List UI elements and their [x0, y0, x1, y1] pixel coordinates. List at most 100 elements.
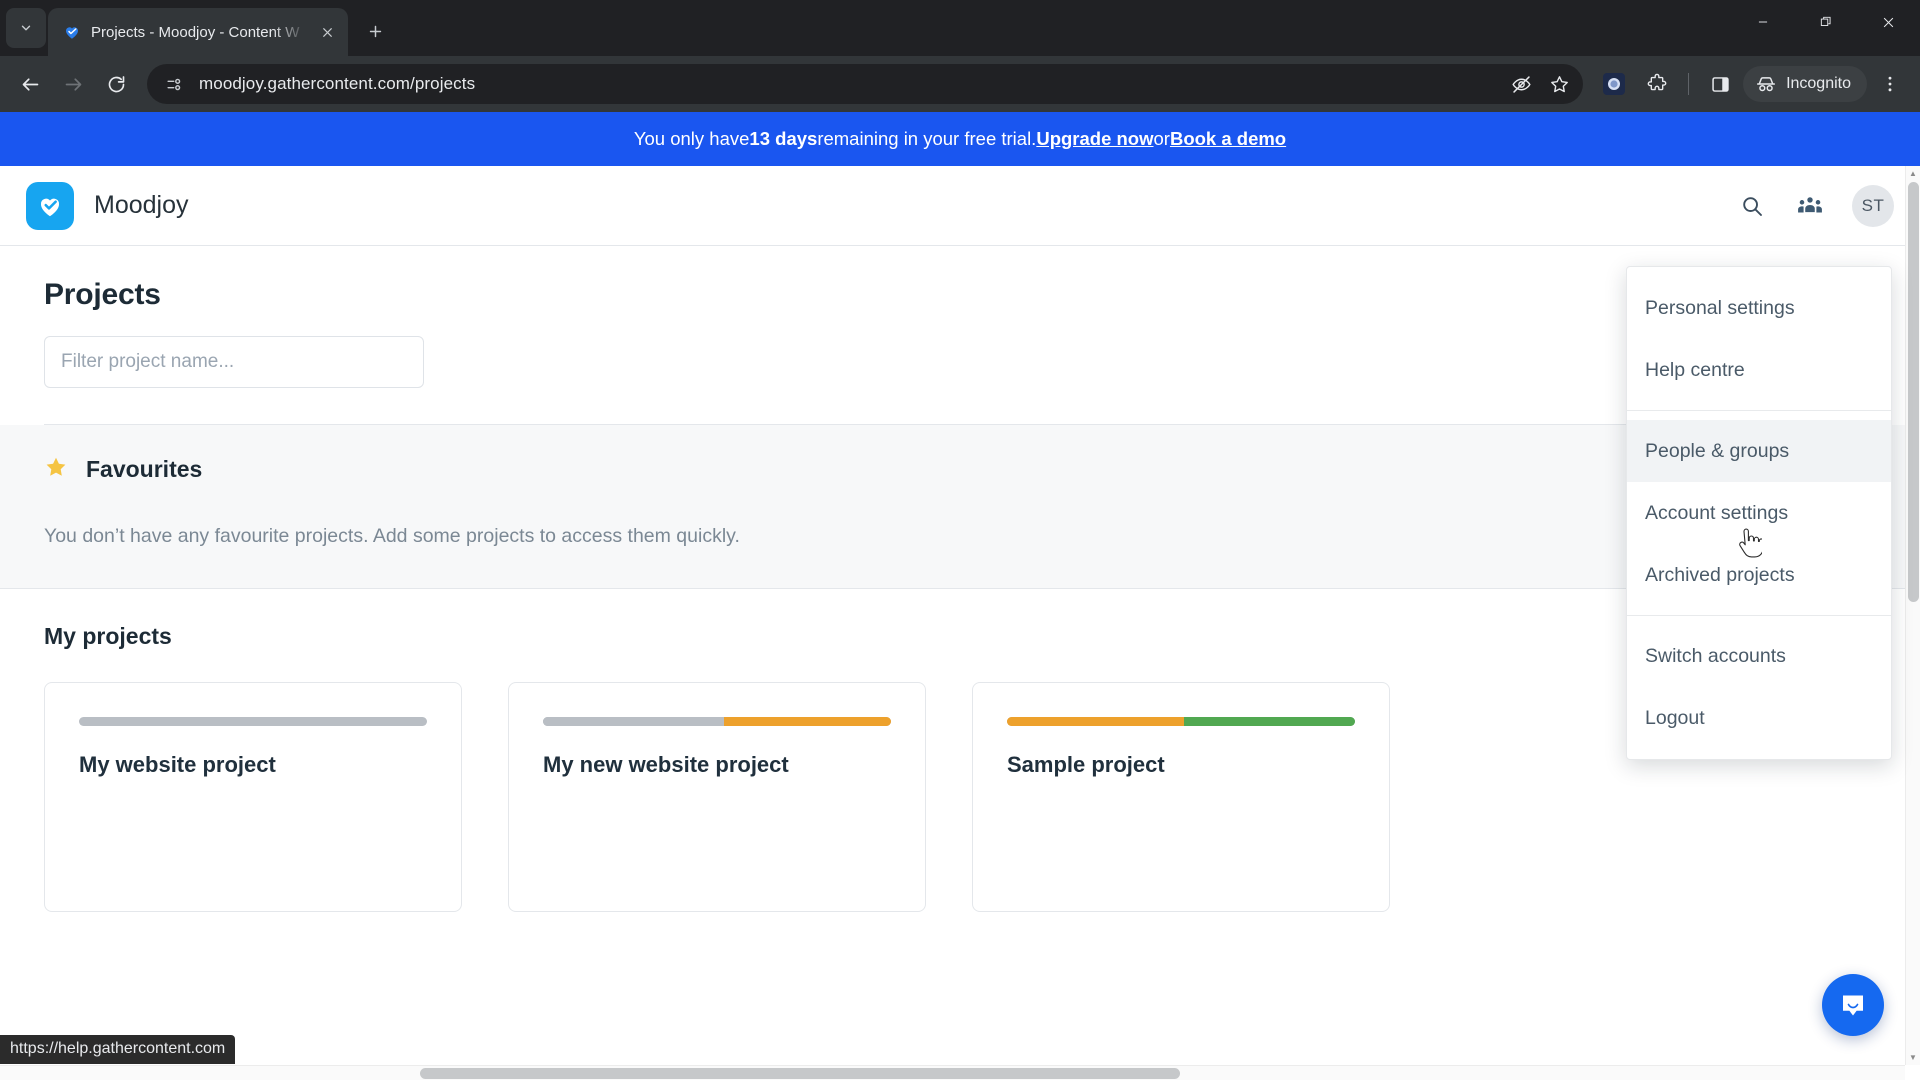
book-a-demo-link[interactable]: Book a demo [1170, 128, 1286, 150]
my-projects-title: My projects [44, 623, 172, 649]
back-arrow-icon [22, 77, 38, 91]
project-card-list: My website project My new website project… [44, 682, 1876, 912]
browser-window: Projects - Moodjoy - Content W moodjoy.g… [0, 0, 1920, 1080]
favourites-title: Favourites [86, 455, 203, 482]
moodjoy-heart-icon [62, 22, 82, 42]
page-vertical-scrollbar[interactable]: ▲ ▼ [1905, 166, 1920, 1065]
tab-strip: Projects - Moodjoy - Content W [0, 0, 1920, 56]
project-card[interactable]: My new website project [508, 682, 926, 912]
menu-item-logout[interactable]: Logout [1627, 687, 1891, 749]
horizontal-scroll-thumb[interactable] [420, 1068, 1180, 1079]
project-card[interactable]: Sample project [972, 682, 1390, 912]
filter-project-input[interactable] [44, 336, 424, 388]
new-tab-button[interactable] [358, 14, 392, 48]
forward-button[interactable] [53, 64, 93, 104]
browser-menu-button[interactable] [1870, 64, 1910, 104]
app-header: Moodjoy ST [0, 166, 1920, 246]
trial-or: or [1153, 128, 1170, 149]
account-dropdown-menu: Personal settings Help centre People & gro… [1626, 266, 1892, 760]
brand-home-link[interactable]: Moodjoy [26, 181, 189, 230]
forward-arrow-icon [65, 77, 81, 91]
plus-icon [369, 25, 381, 37]
reload-button[interactable] [96, 64, 136, 104]
menu-item-people-groups[interactable]: People & groups [1627, 420, 1891, 482]
minimize-icon [1758, 21, 1767, 23]
window-controls [1731, 0, 1920, 44]
address-bar[interactable]: moodjoy.gathercontent.com/projects [147, 64, 1584, 104]
page-viewport: You only have 13 days remaining in your … [0, 112, 1920, 1080]
browser-tab[interactable]: Projects - Moodjoy - Content W [48, 8, 348, 56]
trial-prefix: You only have [633, 128, 750, 149]
incognito-indicator[interactable]: Incognito [1743, 66, 1867, 102]
mouse-cursor [1736, 528, 1764, 565]
menu-item-personal-settings[interactable]: Personal settings [1627, 277, 1891, 339]
side-panel-icon [1711, 76, 1729, 92]
project-card-title: Sample project [1007, 752, 1165, 777]
avatar-initials: ST [1861, 195, 1885, 215]
trial-days: 13 days [749, 128, 818, 149]
vertical-scroll-thumb[interactable] [1908, 182, 1919, 602]
projects-filter-row: Example projects [44, 336, 1876, 388]
extensions-puzzle-icon [1647, 73, 1667, 91]
project-progress-bar [1007, 717, 1355, 726]
profile-avatar-icon [1603, 73, 1626, 95]
maximize-icon [1820, 16, 1831, 26]
brand-name: Moodjoy [94, 191, 189, 219]
people-group-icon[interactable] [1794, 190, 1826, 222]
star-filled-icon [44, 455, 68, 483]
header-actions: ST [1736, 184, 1894, 227]
menu-item-help-centre[interactable]: Help centre [1627, 339, 1891, 401]
progress-segment [1007, 717, 1185, 726]
url-text: moodjoy.gathercontent.com/projects [199, 74, 476, 93]
page-horizontal-scrollbar[interactable] [0, 1065, 1905, 1080]
avatar[interactable]: ST [1852, 184, 1894, 227]
project-card-title: My new website project [543, 752, 789, 777]
project-progress-bar [543, 717, 891, 726]
profile-button[interactable] [1594, 64, 1634, 104]
window-close-button[interactable] [1857, 0, 1920, 44]
toolbar-divider [1688, 73, 1690, 95]
moodjoy-heart-icon [26, 181, 74, 230]
reload-icon [108, 75, 124, 92]
section-divider [44, 424, 1876, 425]
favourites-header: Favourites [44, 455, 1876, 483]
three-dot-menu-icon [1888, 76, 1892, 92]
project-progress-bar [79, 717, 427, 726]
status-bar-url: https://help.gathercontent.com [0, 1035, 236, 1064]
menu-separator [1627, 615, 1891, 616]
back-button[interactable] [10, 64, 50, 104]
intercom-chat-button[interactable] [1822, 974, 1884, 1036]
free-trial-banner: You only have 13 days remaining in your … [0, 112, 1920, 166]
incognito-hat-icon [1757, 77, 1776, 92]
side-panel-button[interactable] [1700, 64, 1740, 104]
project-card-title: My website project [79, 752, 276, 777]
tab-title: Projects - Moodjoy - Content W [91, 23, 300, 41]
trial-middle: remaining in your free trial. [817, 128, 1037, 149]
page-title: Projects [44, 278, 161, 311]
window-maximize-button[interactable] [1794, 0, 1857, 44]
progress-segment [79, 717, 427, 726]
scroll-down-arrow-icon[interactable]: ▼ [1906, 1050, 1920, 1065]
progress-segment [1184, 717, 1355, 726]
browser-toolbar: moodjoy.gathercontent.com/projects Incog… [0, 56, 1920, 112]
chat-bubble-icon [1843, 995, 1863, 1016]
progress-segment [543, 717, 724, 726]
bookmark-star-icon[interactable] [1543, 68, 1575, 100]
favourites-empty-message: You don’t have any favourite projects. A… [44, 525, 740, 547]
project-card[interactable]: My website project [44, 682, 462, 912]
search-icon[interactable] [1736, 190, 1768, 222]
chevron-down-icon [21, 25, 31, 31]
incognito-label: Incognito [1786, 75, 1851, 92]
window-minimize-button[interactable] [1731, 0, 1794, 44]
extensions-button[interactable] [1637, 64, 1677, 104]
tab-close-icon[interactable] [316, 21, 338, 43]
menu-item-switch-accounts[interactable]: Switch accounts [1627, 625, 1891, 687]
close-icon [1883, 17, 1894, 27]
eye-off-icon[interactable] [1505, 68, 1537, 100]
upgrade-now-link[interactable]: Upgrade now [1036, 128, 1153, 150]
page-info-icon[interactable] [161, 71, 187, 97]
tab-search-button[interactable] [6, 8, 46, 48]
progress-segment [723, 717, 891, 726]
menu-separator [1627, 410, 1891, 411]
scroll-up-arrow-icon[interactable]: ▲ [1906, 166, 1920, 181]
